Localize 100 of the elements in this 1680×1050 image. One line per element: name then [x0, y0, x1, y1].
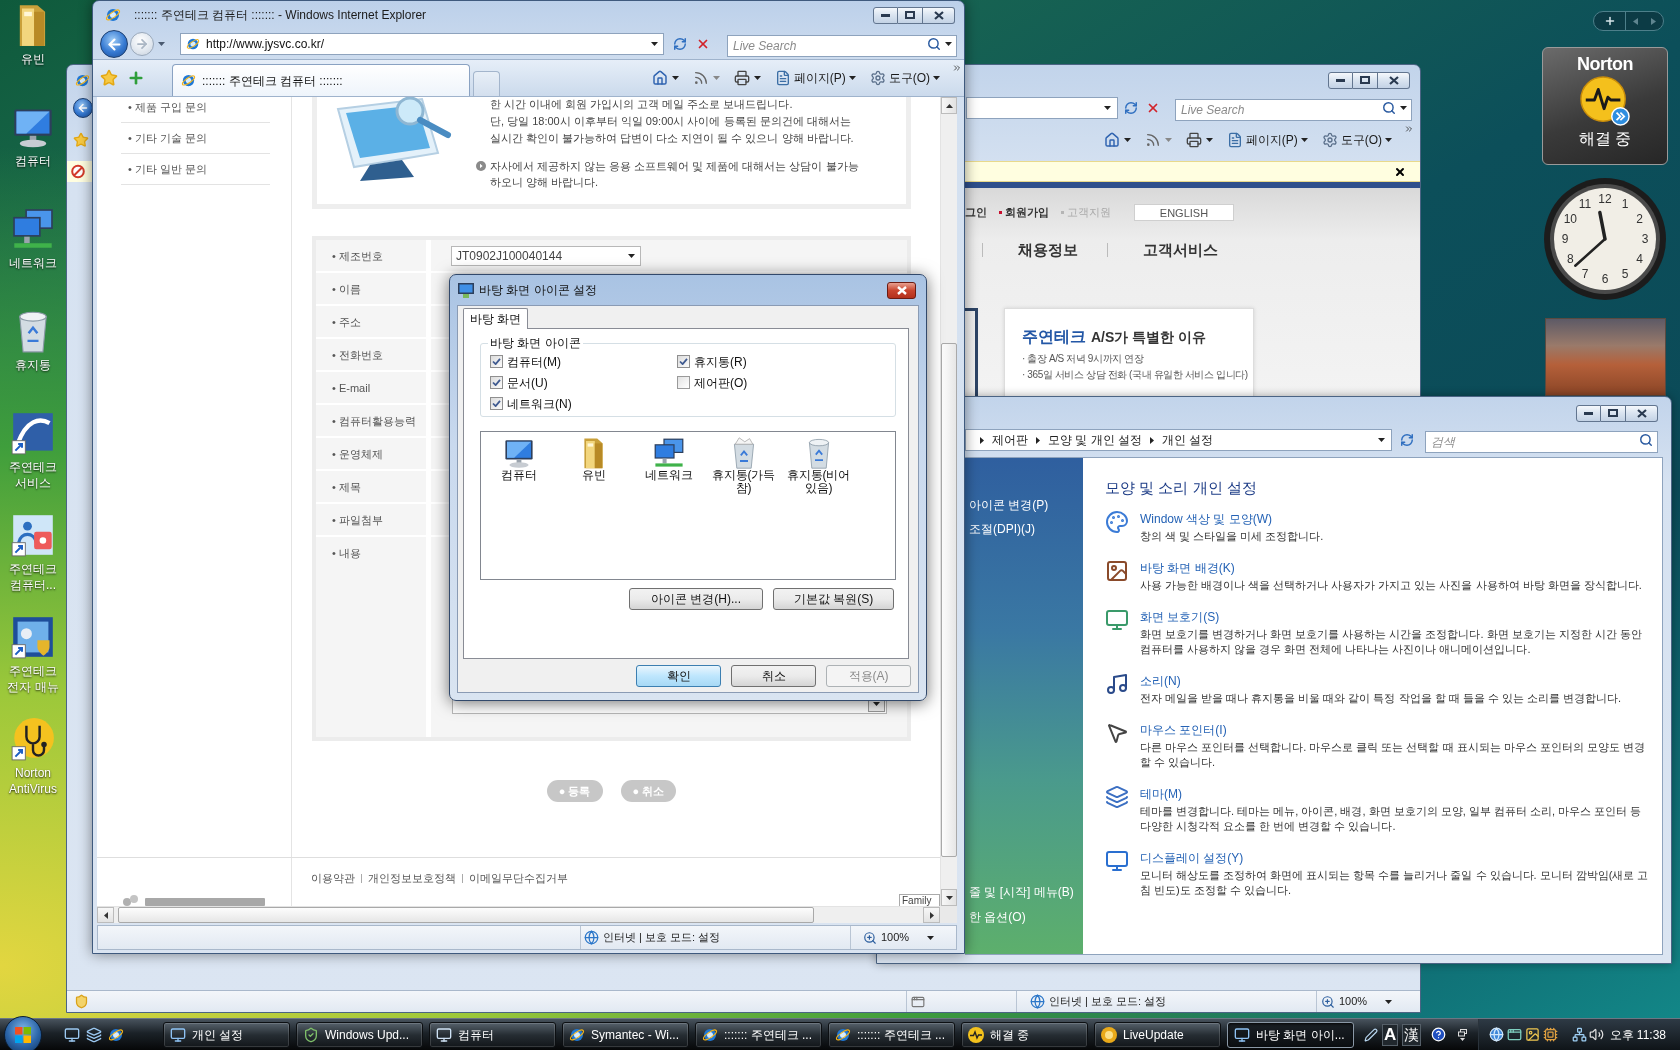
- minimize-button[interactable]: [1328, 71, 1353, 89]
- mouse-pointer-icon[interactable]: [1105, 721, 1129, 745]
- footer-link[interactable]: 개인정보보호정책: [368, 869, 456, 887]
- scroll-left-button[interactable]: [97, 907, 114, 923]
- browser-tab[interactable]: ::::::: 주연테크 컴퓨터 :::::::: [172, 64, 470, 96]
- search-field[interactable]: Live Search: [1175, 99, 1412, 121]
- checkbox[interactable]: [490, 376, 503, 389]
- home-button[interactable]: [1103, 132, 1131, 148]
- desktop-icon-label[interactable]: 휴지통: [0, 357, 66, 373]
- scroll-thumb[interactable]: [118, 907, 814, 923]
- palette-icon[interactable]: [1105, 510, 1129, 534]
- header-link[interactable]: 그인: [965, 204, 987, 221]
- checkbox[interactable]: [490, 355, 503, 368]
- family-site-select[interactable]: Family: [899, 894, 940, 906]
- settings-link[interactable]: 디스플레이 설정(Y): [1140, 849, 1655, 868]
- taskbar-button[interactable]: Windows Upd...: [296, 1021, 423, 1048]
- checkbox-label[interactable]: 컴퓨터(M): [507, 352, 561, 371]
- pen-icon[interactable]: [1364, 1027, 1378, 1042]
- breadcrumb-item[interactable]: 모양 및 개인 설정: [1048, 431, 1142, 449]
- checkbox[interactable]: [677, 376, 690, 389]
- scroll-down-button[interactable]: [941, 889, 957, 906]
- settings-link[interactable]: 바탕 화면 배경(K): [1140, 559, 1655, 578]
- desktop-icon-label[interactable]: 네트워크: [0, 255, 66, 271]
- language-button[interactable]: ENGLISH: [1134, 204, 1234, 221]
- app-icon[interactable]: [11, 411, 55, 455]
- picture-icon[interactable]: [1525, 1027, 1540, 1042]
- settings-link[interactable]: 마우스 포인터(I): [1140, 721, 1655, 740]
- desktop-icon-label[interactable]: 유빈: [0, 51, 66, 67]
- feeds-button[interactable]: [1144, 132, 1172, 148]
- back-button[interactable]: [100, 30, 128, 58]
- ok-button[interactable]: 확인: [636, 664, 721, 687]
- header-link[interactable]: 회원가입: [1005, 204, 1049, 221]
- scroll-up-button[interactable]: [941, 97, 957, 114]
- nav-link[interactable]: 채용정보: [1018, 238, 1078, 262]
- more-tools-icon[interactable]: [952, 63, 962, 73]
- options-icon[interactable]: [1458, 1028, 1468, 1041]
- icon-label[interactable]: 네트워크: [631, 469, 706, 482]
- footer-link[interactable]: 이용약관: [311, 869, 355, 887]
- settings-link[interactable]: 소리(N): [1140, 672, 1655, 691]
- tools-menu[interactable]: 도구(O): [869, 69, 940, 87]
- print-button[interactable]: [733, 70, 761, 86]
- taskbar-button[interactable]: Symantec - Wi...: [562, 1021, 689, 1048]
- nav-link[interactable]: 고객서비스: [1143, 238, 1218, 262]
- checkbox[interactable]: [677, 355, 690, 368]
- breadcrumb-item[interactable]: 개인 설정: [1162, 431, 1214, 449]
- checkbox-label[interactable]: 문서(U): [507, 373, 548, 392]
- help-icon[interactable]: [1431, 1027, 1447, 1042]
- taskbar-button[interactable]: 컴퓨터: [429, 1021, 556, 1048]
- minimize-button[interactable]: [1576, 404, 1601, 422]
- stethoscope-icon[interactable]: [11, 717, 55, 761]
- breadcrumb-item[interactable]: 제어판: [992, 431, 1028, 449]
- maximize-button[interactable]: [898, 6, 923, 24]
- close-button[interactable]: [1378, 71, 1410, 89]
- icon-label[interactable]: 유빈: [556, 469, 631, 482]
- close-button[interactable]: [1394, 165, 1406, 178]
- taskbar-button[interactable]: ::::::: 주연테크 ...: [828, 1021, 955, 1048]
- taskbar-button[interactable]: ::::::: 주연테크 ...: [695, 1021, 822, 1048]
- add-favorite-button[interactable]: [127, 69, 145, 87]
- minimize-button[interactable]: [873, 6, 898, 24]
- side-nav-link[interactable]: • 제품 구입 문의: [121, 97, 270, 123]
- dialog-tab[interactable]: 바탕 화면: [463, 308, 529, 329]
- address-field[interactable]: http://www.jysvc.co.kr/: [180, 33, 664, 55]
- search-field[interactable]: Live Search: [727, 35, 957, 57]
- print-button[interactable]: [1185, 132, 1213, 148]
- checkbox[interactable]: [490, 397, 503, 410]
- zoom-button[interactable]: 100%: [851, 926, 956, 949]
- icon-label[interactable]: 컴퓨터: [481, 469, 556, 482]
- manual-app-icon[interactable]: [11, 615, 55, 659]
- maximize-button[interactable]: [1601, 404, 1626, 422]
- restore-default-button[interactable]: 기본값 복원(S): [773, 588, 894, 610]
- chip-icon[interactable]: [1543, 1027, 1558, 1042]
- page-menu[interactable]: 페이지(P): [1226, 131, 1308, 149]
- scroll-thumb[interactable]: [941, 343, 957, 857]
- window-icon[interactable]: [1507, 1027, 1522, 1042]
- hanja-button[interactable]: 漢: [1402, 1023, 1422, 1046]
- close-button[interactable]: [923, 6, 955, 24]
- side-nav-link[interactable]: • 기타 기술 문의: [121, 123, 270, 154]
- scroll-right-button[interactable]: [923, 907, 940, 923]
- layers-icon[interactable]: [1105, 785, 1129, 809]
- desktop-icon-label[interactable]: 컴퓨터: [0, 153, 66, 169]
- globe-icon[interactable]: [1489, 1027, 1504, 1042]
- breadcrumb-bar[interactable]: 제어판 모양 및 개인 설정 개인 설정: [965, 429, 1392, 451]
- clock-text[interactable]: 오후 11:38: [1609, 1025, 1666, 1044]
- help-app-icon[interactable]: [11, 513, 55, 557]
- network-icon[interactable]: [1572, 1027, 1587, 1042]
- network-icon[interactable]: [652, 437, 685, 469]
- close-button[interactable]: [887, 281, 916, 299]
- status-gadget[interactable]: Norton 해결 중: [1542, 47, 1668, 165]
- taskbar-button[interactable]: LiveUpdate: [1094, 1021, 1221, 1048]
- monitor-icon[interactable]: [1105, 608, 1129, 632]
- more-tools-icon[interactable]: [1404, 124, 1414, 134]
- back-button[interactable]: [73, 98, 93, 118]
- switch-windows-icon[interactable]: [86, 1026, 102, 1043]
- task-link[interactable]: 아이콘 변경(P): [969, 496, 1083, 514]
- show-desktop-icon[interactable]: [64, 1026, 80, 1043]
- start-button[interactable]: [4, 1015, 42, 1050]
- home-button[interactable]: [651, 70, 679, 86]
- settings-link[interactable]: 테마(M): [1140, 785, 1655, 804]
- input-mode-indicator[interactable]: A: [1382, 1023, 1399, 1046]
- monitor-icon[interactable]: [1105, 849, 1129, 873]
